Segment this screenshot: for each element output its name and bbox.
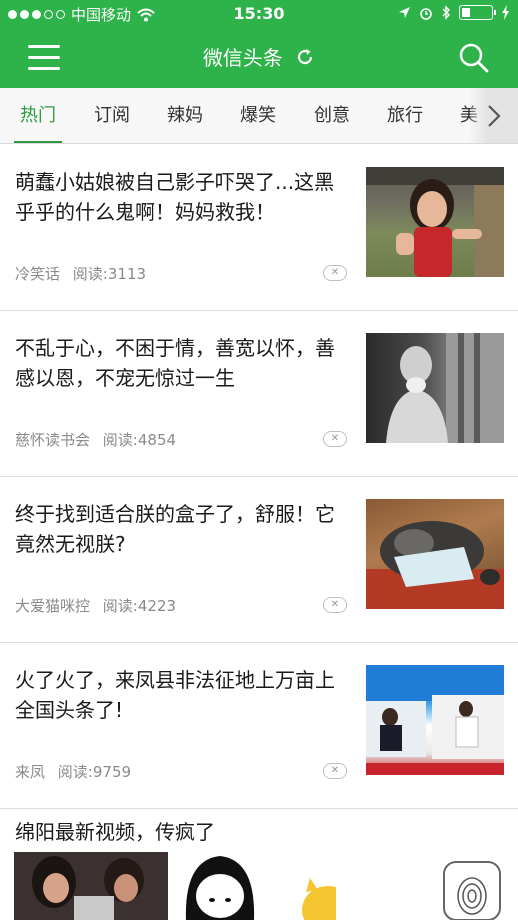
news-title: 火了火了，来凤县非法征地上万亩上全国头条了! [15,668,335,722]
status-right [398,5,510,20]
dismiss-button[interactable]: ✕ [323,597,347,613]
crying-girl-image [366,167,504,277]
news-reads: 阅读:9759 [57,763,132,781]
news-title: 终于找到适合朕的盒子了，舒服！它竟然无视朕? [15,502,335,556]
news-meta: 冷笑话 阅读:3113 [15,263,146,284]
video-section-title: 绵阳最新视频，传疯了 [15,820,215,844]
tab-subscribe[interactable]: 订阅 [94,88,130,143]
close-icon: ✕ [330,599,340,610]
tv-news-image [366,665,504,775]
news-thumbnail [366,333,504,443]
cat-in-box-image [366,521,504,609]
charging-icon [502,5,509,20]
video-crowd-image [14,852,168,920]
news-reads: 阅读:4223 [102,597,177,615]
news-item[interactable]: 火了火了，来凤县非法征地上万亩上全国头条了! 来凤 阅读:9759 ✕ [0,643,518,809]
dismiss-button[interactable]: ✕ [323,431,347,447]
category-tabs: 热门 订阅 辣妈 爆笑 创意 旅行 美 [0,88,518,144]
news-meta: 慈怀读书会 阅读:4854 [15,429,176,450]
news-reads: 阅读:4854 [102,431,177,449]
page-title-text: 微信头条 [202,46,283,70]
header: 微信头条 [0,28,518,88]
news-title: 萌蠢小姑娘被自己影子吓哭了...这黑乎乎的什么鬼啊！妈妈救我！ [15,170,335,224]
news-source: 慈怀读书会 [15,431,91,449]
search-icon [459,43,489,73]
video-thumbnail[interactable] [440,852,504,920]
tab-creative[interactable]: 创意 [314,88,350,143]
news-meta: 来凤 阅读:9759 [15,761,131,782]
chevron-right-icon [488,105,501,127]
dismiss-button[interactable]: ✕ [323,265,347,281]
refresh-icon[interactable] [295,47,315,67]
news-title: 不乱于心，不困于情，善宽以怀，善感以恩，不宠无惊过一生 [15,336,335,390]
status-bar: 中国移动 15:30 [0,0,518,28]
close-icon: ✕ [330,765,340,776]
news-thumbnail [366,499,504,609]
news-meta: 大爱猫咪控 阅读:4223 [15,595,176,616]
news-reads: 阅读:3113 [72,265,147,283]
video-cartoon-image [185,856,336,920]
news-item[interactable]: 终于找到适合朕的盒子了，舒服！它竟然无视朕? 大爱猫咪控 阅读:4223 ✕ [0,477,518,643]
news-item[interactable]: 萌蠢小姑娘被自己影子吓哭了...这黑乎乎的什么鬼啊！妈妈救我！ 冷笑话 阅读:3… [0,145,518,311]
dismiss-button[interactable]: ✕ [323,763,347,779]
alarm-icon [420,7,432,20]
tab-hot[interactable]: 热门 [14,88,62,143]
news-source: 冷笑话 [15,265,61,283]
app-header-bar: 中国移动 15:30 微信头条 [0,0,518,88]
news-item[interactable]: 不乱于心，不困于情，善宽以怀，善感以恩，不宠无惊过一生 慈怀读书会 阅读:485… [0,311,518,477]
video-thumbnail[interactable] [180,852,336,920]
page-title: 微信头条 [0,42,518,71]
news-source: 来凤 [15,763,46,781]
tab-travel[interactable]: 旅行 [387,88,423,143]
battery-icon [459,5,496,20]
close-icon: ✕ [330,267,340,278]
fingerprint-icon [443,861,501,920]
close-icon: ✕ [330,433,340,444]
tab-funny[interactable]: 爆笑 [240,88,276,143]
location-icon [399,7,410,18]
search-button[interactable] [458,42,490,74]
old-man-portrait-image [386,333,504,443]
news-thumbnail [366,665,504,775]
video-thumbnail[interactable] [14,852,168,920]
bluetooth-icon [442,5,450,20]
news-thumbnail [366,167,504,277]
tab-hot-moms[interactable]: 辣妈 [167,88,203,143]
news-source: 大爱猫咪控 [15,597,91,615]
tabs-more-button[interactable] [470,88,518,143]
